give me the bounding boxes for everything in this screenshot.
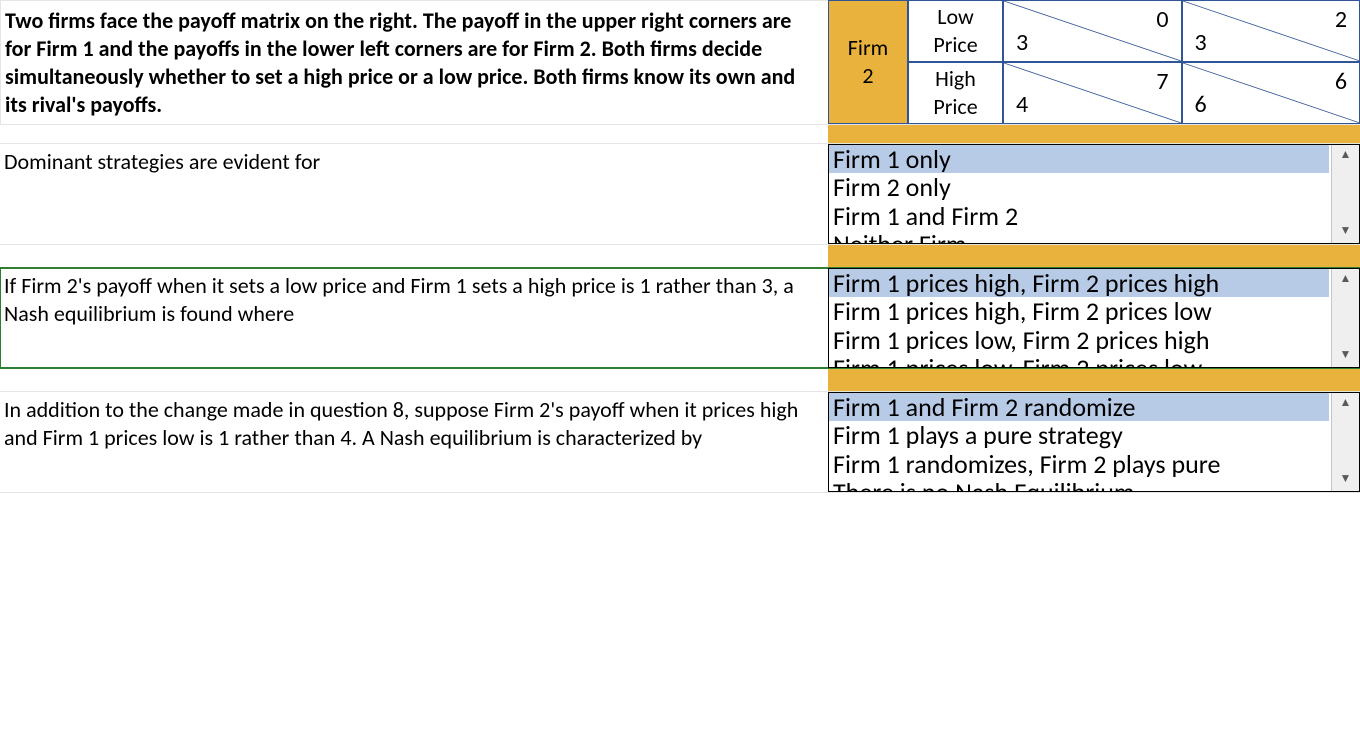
question-1-prompt: Dominant strategies are evident for: [0, 144, 828, 244]
row-label-low: LowPrice: [908, 0, 1003, 62]
q1-option-0[interactable]: Firm 1 only: [829, 145, 1329, 174]
scroll-down-icon[interactable]: ▼: [1340, 469, 1352, 490]
q2-option-2[interactable]: Firm 1 prices low, Firm 2 prices high: [829, 326, 1329, 355]
q1-scrollbar[interactable]: ▲ ▼: [1331, 145, 1359, 243]
q3-scrollbar[interactable]: ▲ ▼: [1331, 393, 1359, 491]
row-player-label: Firm 2: [828, 0, 908, 124]
q2-option-3[interactable]: Firm 1 prices low, Firm 2 prices low: [829, 354, 1329, 367]
q3-option-1[interactable]: Firm 1 plays a pure strategy: [829, 421, 1329, 450]
q3-option-0[interactable]: Firm 1 and Firm 2 randomize: [829, 393, 1329, 422]
q1-option-1[interactable]: Firm 2 only: [829, 173, 1329, 202]
row-label-high: HighPrice: [908, 62, 1003, 124]
q3-option-2[interactable]: Firm 1 randomizes, Firm 2 plays pure: [829, 450, 1329, 479]
question-2-prompt: If Firm 2's payoff when it sets a low pr…: [0, 268, 828, 368]
q1-option-3[interactable]: Neither Firm: [829, 230, 1329, 243]
payoff-matrix: Low Price High Price Firm 2 LowPrice Hig…: [828, 0, 1360, 124]
question-2-listbox[interactable]: Firm 1 prices high, Firm 2 prices high F…: [828, 268, 1360, 368]
q2-option-1[interactable]: Firm 1 prices high, Firm 2 prices low: [829, 297, 1329, 326]
cell-low-low: 0 3: [1003, 0, 1182, 62]
q3-option-3[interactable]: There is no Nash Equilibrium: [829, 478, 1329, 491]
q1-option-2[interactable]: Firm 1 and Firm 2: [829, 202, 1329, 231]
question-3-listbox[interactable]: Firm 1 and Firm 2 randomize Firm 1 plays…: [828, 392, 1360, 492]
scroll-up-icon[interactable]: ▲: [1340, 145, 1352, 166]
scroll-up-icon[interactable]: ▲: [1340, 393, 1352, 414]
cell-low-high: 2 3: [1182, 0, 1360, 62]
scroll-up-icon[interactable]: ▲: [1340, 269, 1352, 290]
question-3-prompt: In addition to the change made in questi…: [0, 392, 828, 492]
cell-high-low: 7 4: [1003, 62, 1182, 124]
q2-scrollbar[interactable]: ▲ ▼: [1331, 269, 1359, 367]
question-1-listbox[interactable]: Firm 1 only Firm 2 only Firm 1 and Firm …: [828, 144, 1360, 244]
scroll-down-icon[interactable]: ▼: [1340, 345, 1352, 366]
cell-high-high: 6 6: [1182, 62, 1360, 124]
scroll-down-icon[interactable]: ▼: [1340, 221, 1352, 242]
intro-text: Two firms face the payoff matrix on the …: [0, 0, 828, 124]
q2-option-0[interactable]: Firm 1 prices high, Firm 2 prices high: [829, 269, 1329, 298]
